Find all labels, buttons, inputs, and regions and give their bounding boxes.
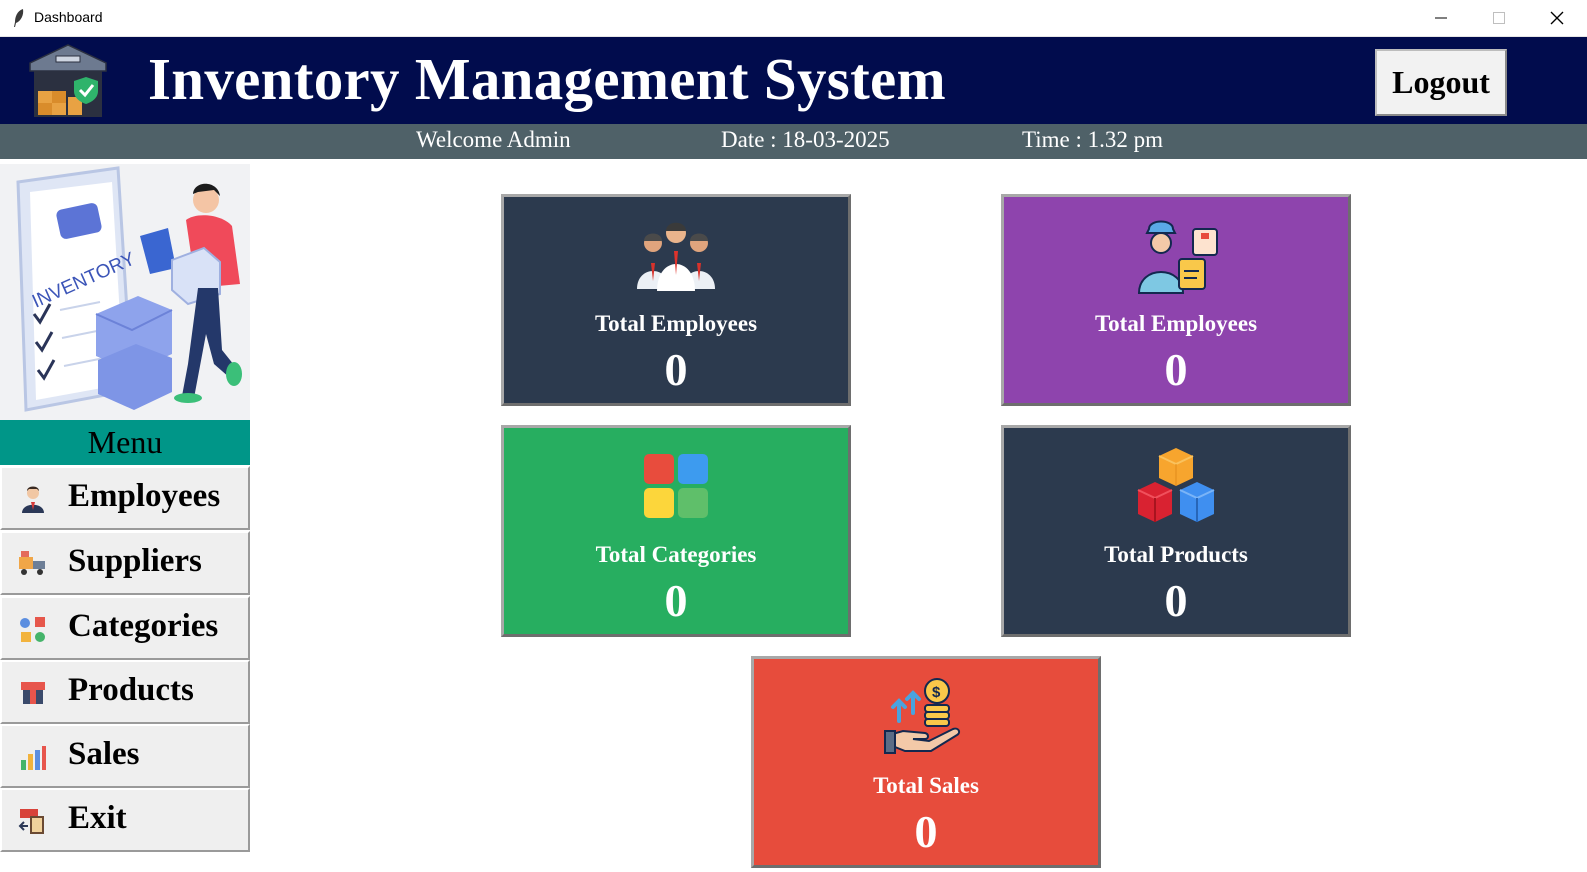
minimize-icon bbox=[1435, 17, 1447, 19]
inventory-illustration: INVENTORY bbox=[0, 164, 250, 420]
card-label: Total Sales bbox=[873, 773, 979, 798]
menu-label-employees: Employees bbox=[68, 478, 221, 514]
close-icon bbox=[1550, 11, 1564, 25]
card-value: 0 bbox=[664, 575, 688, 626]
category-grid-icon bbox=[644, 454, 708, 518]
card-label: Total Employees bbox=[1094, 311, 1258, 336]
maximize-button[interactable] bbox=[1470, 0, 1528, 36]
card-value: 0 bbox=[664, 344, 688, 395]
menu-button-products[interactable]: Products bbox=[0, 660, 250, 724]
menu-label-categories: Categories bbox=[68, 608, 219, 644]
svg-text:$: $ bbox=[932, 684, 941, 701]
menu-button-sales[interactable]: Sales bbox=[0, 724, 250, 788]
card-value: 0 bbox=[1164, 575, 1188, 626]
supplier-delivery-icon bbox=[1137, 220, 1218, 294]
menu-label-sales: Sales bbox=[68, 736, 140, 772]
window-title: Dashboard bbox=[34, 9, 103, 25]
sales-icon bbox=[21, 746, 46, 770]
employees-group-icon bbox=[637, 222, 715, 291]
app-header: Inventory Management System Logout bbox=[0, 37, 1587, 124]
inventory-clipboard-icon: INVENTORY bbox=[0, 164, 250, 420]
menu-label-suppliers: Suppliers bbox=[68, 543, 202, 579]
card-label: Total Products bbox=[1104, 542, 1248, 567]
menu-button-exit[interactable]: Exit bbox=[0, 788, 250, 852]
time-text: Time : 1.32 pm bbox=[1022, 127, 1164, 152]
card-total-sales: $ Total Sales 0 bbox=[751, 656, 1101, 868]
feather-icon bbox=[14, 9, 24, 27]
supplier-icon bbox=[19, 551, 45, 575]
card-label: Total Categories bbox=[595, 542, 757, 567]
menu-button-employees[interactable]: Employees bbox=[0, 466, 250, 530]
menu-button-suppliers[interactable]: Suppliers bbox=[0, 531, 250, 595]
card-total-categories: Total Categories 0 bbox=[501, 425, 851, 637]
card-total-suppliers: Total Employees 0 bbox=[1001, 194, 1351, 406]
welcome-text: Welcome Admin bbox=[416, 127, 571, 152]
card-total-products: Total Products 0 bbox=[1001, 425, 1351, 637]
products-icon bbox=[21, 682, 45, 704]
status-bar: Welcome Admin Date : 18-03-2025 Time : 1… bbox=[0, 124, 1587, 159]
employee-icon bbox=[22, 486, 44, 513]
menu-label-exit: Exit bbox=[68, 800, 127, 836]
logout-button[interactable]: Logout bbox=[1375, 49, 1507, 116]
card-total-employees: Total Employees 0 bbox=[501, 194, 851, 406]
minimize-button[interactable] bbox=[1412, 0, 1470, 36]
app-title: Inventory Management System bbox=[148, 46, 946, 112]
card-label: Total Employees bbox=[594, 311, 758, 336]
menu-button-categories[interactable]: Categories bbox=[0, 596, 250, 660]
date-text: Date : 18-03-2025 bbox=[721, 127, 890, 152]
close-button[interactable] bbox=[1528, 0, 1586, 36]
exit-icon bbox=[18, 809, 44, 834]
product-cubes-icon bbox=[1137, 448, 1215, 522]
categories-icon bbox=[20, 617, 45, 642]
menu-label-products: Products bbox=[68, 672, 194, 708]
window-titlebar: Dashboard bbox=[0, 0, 1587, 37]
card-value: 0 bbox=[1164, 344, 1188, 395]
warehouse-logo-icon bbox=[29, 44, 107, 117]
card-value: 0 bbox=[914, 806, 938, 857]
menu-title: Menu bbox=[0, 420, 250, 465]
maximize-icon bbox=[1493, 12, 1505, 24]
sales-coins-icon: $ bbox=[884, 678, 961, 754]
